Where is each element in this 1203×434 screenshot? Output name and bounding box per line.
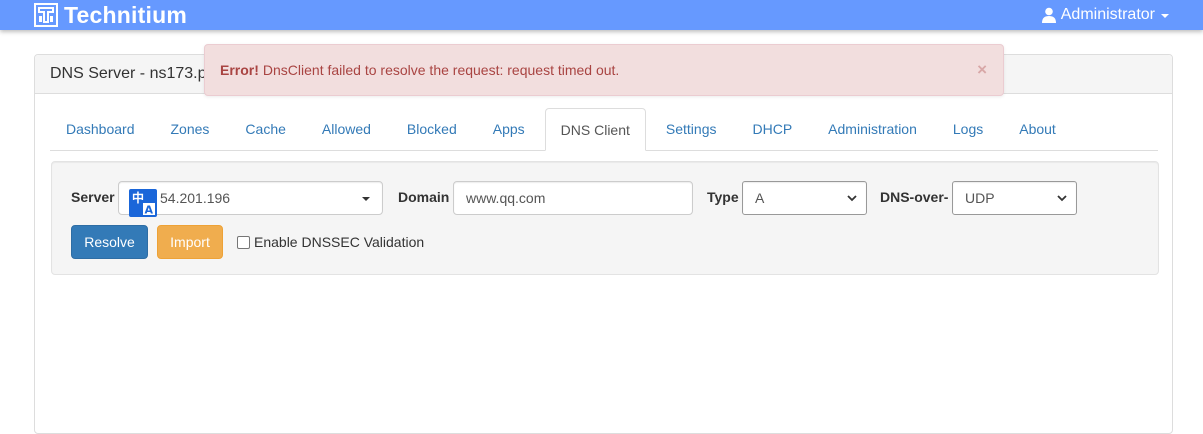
user-name: Administrator <box>1060 6 1155 23</box>
resolve-button-label: Resolve <box>84 234 135 250</box>
domain-value: www.qq.com <box>466 190 546 206</box>
dnssec-checkbox[interactable] <box>237 235 250 249</box>
tab-cache[interactable]: Cache <box>229 108 301 150</box>
domain-label: Domain <box>398 189 450 205</box>
tab-apps[interactable]: Apps <box>477 108 541 150</box>
server-combobox[interactable]: 54.201.196 <box>118 181 383 215</box>
close-icon[interactable]: × <box>977 61 987 79</box>
tab-dhcp[interactable]: DHCP <box>737 108 809 150</box>
server-value: 54.201.196 <box>160 190 231 206</box>
alert-title: Error! <box>220 62 259 78</box>
tab-about[interactable]: About <box>1003 108 1072 150</box>
main-panel: DNS Server - ns173.p Dashboard Zones Cac… <box>34 54 1173 434</box>
tab-label: DNS Client <box>560 121 630 138</box>
type-label: Type <box>707 189 739 205</box>
chevron-down-icon <box>847 195 857 202</box>
import-button-label: Import <box>170 234 210 250</box>
technitium-logo-icon <box>34 3 58 27</box>
resolve-button[interactable]: Resolve <box>71 225 148 259</box>
protocol-label: DNS-over- <box>880 189 949 205</box>
tab-label: Blocked <box>406 121 457 137</box>
tab-label: DHCP <box>752 121 793 137</box>
tab-administration[interactable]: Administration <box>812 108 933 150</box>
user-icon <box>1041 7 1056 23</box>
tab-label: Settings <box>665 121 717 137</box>
import-button[interactable]: Import <box>157 225 223 259</box>
dnssec-checkbox-wrap[interactable]: Enable DNSSEC Validation <box>237 234 424 250</box>
tab-settings[interactable]: Settings <box>650 108 733 150</box>
tab-blocked[interactable]: Blocked <box>391 108 473 150</box>
protocol-select[interactable]: UDP <box>952 181 1077 215</box>
user-menu-dropdown[interactable]: Administrator <box>1041 0 1169 30</box>
brand[interactable]: Technitium <box>34 2 187 28</box>
type-value: A <box>755 190 765 206</box>
translate-glyph-svg: 中 A <box>132 190 155 217</box>
server-title: DNS Server - ns173.p <box>50 65 207 82</box>
protocol-value: UDP <box>965 190 995 206</box>
tab-dashboard[interactable]: Dashboard <box>50 108 151 150</box>
caret-down-icon <box>1161 14 1169 18</box>
caret-down-icon[interactable] <box>362 197 370 201</box>
tab-label: Cache <box>245 121 286 137</box>
top-navbar: Technitium Administrator <box>0 0 1203 30</box>
tab-zones[interactable]: Zones <box>155 108 226 150</box>
tab-label: Logs <box>952 121 984 137</box>
tab-logs[interactable]: Logs <box>937 108 999 150</box>
tab-label: About <box>1019 121 1056 137</box>
tab-dns-client[interactable]: DNS Client <box>544 108 646 151</box>
tab-label: Administration <box>828 121 917 137</box>
dnssec-label: Enable DNSSEC Validation <box>254 234 425 250</box>
translate-icon[interactable]: 中 A <box>129 189 157 217</box>
translate-glyph-bottom: A <box>145 204 154 217</box>
brand-name: Technitium <box>64 1 187 28</box>
tab-label: Dashboard <box>66 121 135 137</box>
tab-label: Apps <box>492 121 525 137</box>
type-select[interactable]: A <box>742 181 867 215</box>
alert-message: DnsClient failed to resolve the request:… <box>262 62 620 78</box>
tab-allowed[interactable]: Allowed <box>306 108 387 150</box>
error-alert: Error! DnsClient failed to resolve the r… <box>204 44 1004 96</box>
server-label: Server <box>71 189 115 205</box>
nav-tabs: Dashboard Zones Cache Allowed Blocked Ap… <box>50 108 1158 151</box>
chevron-down-icon <box>1057 195 1067 202</box>
domain-input[interactable]: www.qq.com <box>453 181 693 215</box>
dns-client-form: Server 54.201.196 Domain www.qq.com Type… <box>51 161 1159 275</box>
tab-label: Allowed <box>321 121 371 137</box>
translate-glyph-top: 中 <box>132 190 144 205</box>
tab-label: Zones <box>170 121 210 137</box>
